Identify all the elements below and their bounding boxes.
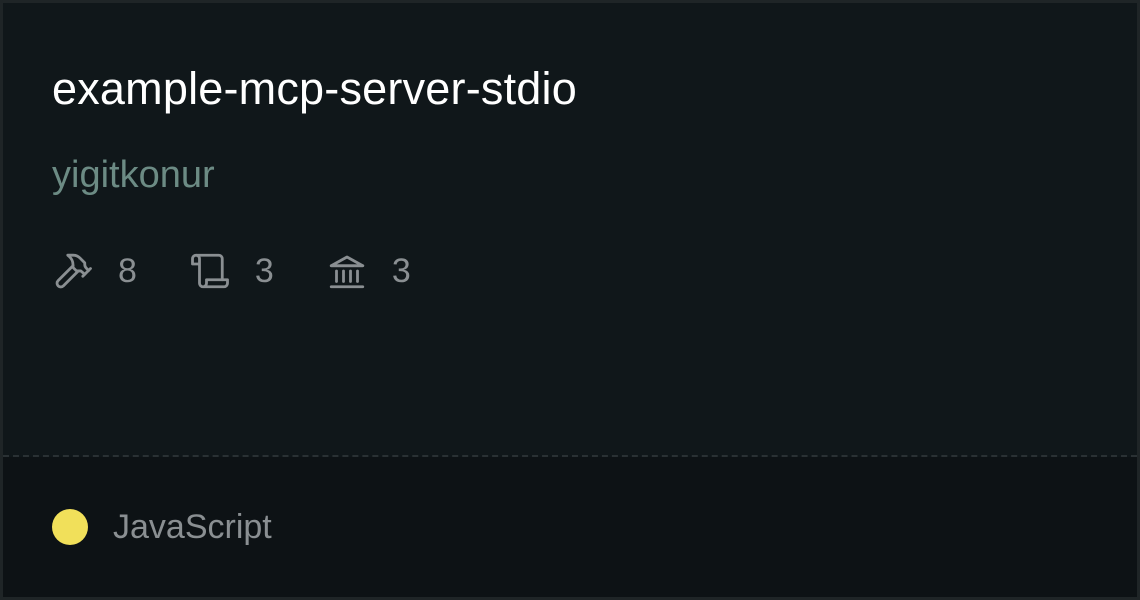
bank-icon — [326, 250, 368, 292]
stat-resources: 3 — [326, 250, 411, 292]
card-header: example-mcp-server-stdio yigitkonur 8 3 … — [3, 3, 1137, 455]
language-name: JavaScript — [113, 508, 272, 546]
prompts-count: 3 — [254, 252, 274, 290]
server-title[interactable]: example-mcp-server-stdio — [52, 61, 577, 117]
resources-count: 3 — [391, 252, 411, 290]
stat-prompts: 3 — [189, 250, 274, 292]
stat-tools: 8 — [52, 250, 137, 292]
server-card[interactable]: example-mcp-server-stdio yigitkonur 8 3 … — [0, 0, 1140, 600]
stats-row: 8 3 3 — [52, 249, 463, 293]
card-footer: JavaScript — [3, 457, 1137, 597]
author-name[interactable]: yigitkonur — [52, 151, 215, 199]
language-color-dot — [52, 509, 88, 545]
scroll-icon — [189, 250, 231, 292]
tools-count: 8 — [118, 252, 137, 290]
hammer-icon — [52, 250, 94, 292]
language-tag: JavaScript — [52, 505, 272, 549]
